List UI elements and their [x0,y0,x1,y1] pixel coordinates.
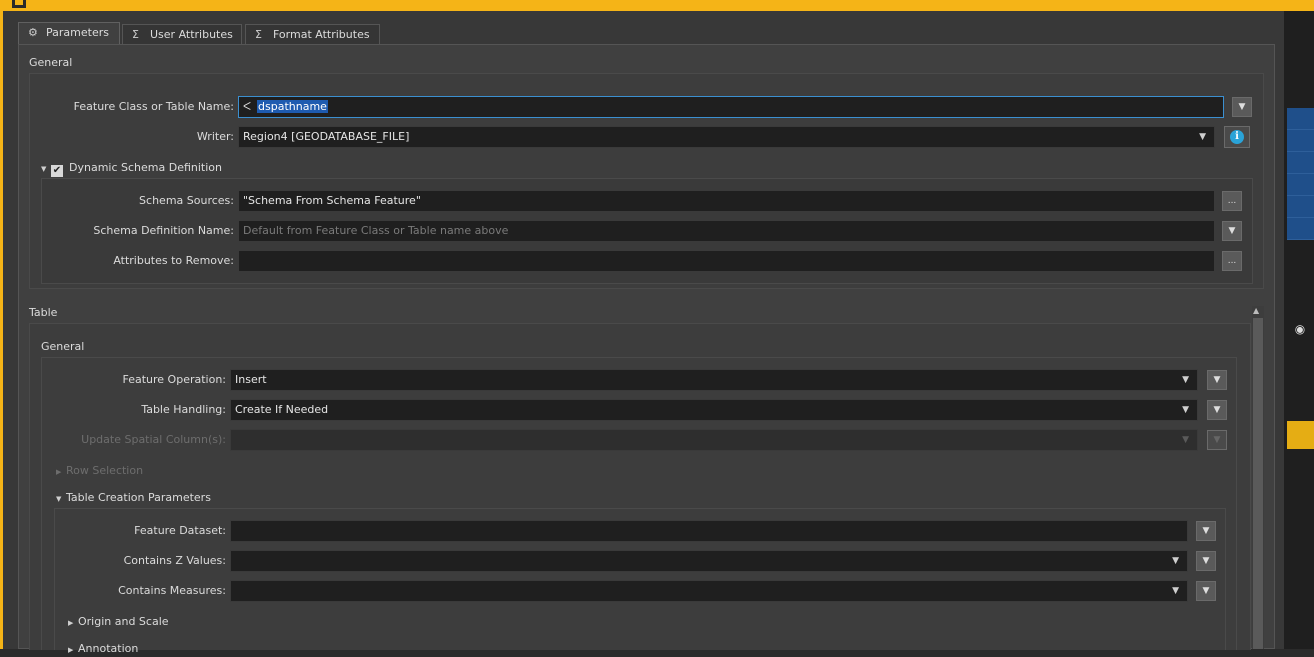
tab-format-attributes[interactable]: Σ Format Attributes [245,24,380,44]
feature-dataset-label: Feature Dataset: [134,524,226,537]
table-section-title: Table [29,306,58,319]
attributes-to-remove-label: Attributes to Remove: [113,254,234,267]
schema-definition-name-input[interactable]: Default from Feature Class or Table name… [238,220,1215,242]
row-selection-label: Row Selection [66,464,144,477]
update-spatial-label: Update Spatial Column(s): [81,433,226,446]
expand-arrow-icon: ▼ [41,165,47,173]
tab-parameters[interactable]: ⚙ Parameters [18,22,120,45]
background-row [1287,108,1314,130]
background-highlight [1287,421,1314,449]
tab-label: Format Attributes [273,28,370,41]
sigma-icon: Σ [132,28,139,41]
update-spatial-menu-button: ▼ [1207,430,1227,450]
chevron-down-icon: ▼ [1199,132,1206,142]
table-handling-label: Table Handling: [141,403,226,416]
contains-measures-label: Contains Measures: [118,584,226,597]
background-row [1287,130,1314,152]
annotation-toggle[interactable]: ▶ Annotation [68,642,138,657]
chevron-down-icon: ▼ [1172,586,1179,596]
schema-sources-label: Schema Sources: [139,194,234,207]
attribute-value-icon: ᐸ [243,100,252,113]
contains-z-dropdown[interactable]: ▼ [230,550,1188,572]
dynamic-schema-label: Dynamic Schema Definition [69,161,222,174]
background-row [1287,196,1314,218]
table-creation-label: Table Creation Parameters [66,491,211,504]
contains-measures-dropdown[interactable]: ▼ [230,580,1188,602]
schema-sources-browse-button[interactable]: ... [1222,191,1242,211]
table-general-title: General [41,340,85,353]
chevron-down-icon: ▼ [1182,375,1189,385]
info-icon: i [1230,130,1244,144]
expand-arrow-icon: ▶ [68,646,74,654]
tab-label: Parameters [46,26,109,39]
schema-definition-menu-button[interactable]: ▼ [1222,221,1242,241]
background-row [1287,152,1314,174]
feature-operation-dropdown[interactable]: Insert ▼ [230,369,1198,391]
parameters-panel: General Feature Class or Table Name: ᐸ ds… [18,44,1275,655]
background-row [1287,174,1314,196]
origin-scale-label: Origin and Scale [78,615,169,628]
schema-sources-value: "Schema From Schema Feature" [243,194,421,207]
feature-class-menu-button[interactable]: ▼ [1232,97,1252,117]
attributes-to-remove-input[interactable] [238,250,1215,272]
dynamic-schema-toggle[interactable]: ▼ ✔ Dynamic Schema Definition [41,161,222,177]
chevron-down-icon: ▼ [1182,405,1189,415]
writer-value: Region4 [GEODATABASE_FILE] [243,130,410,143]
table-handling-menu-button[interactable]: ▼ [1207,400,1227,420]
expand-arrow-icon: ▶ [68,619,74,627]
feature-class-input[interactable]: ᐸ dspathname [238,96,1224,118]
contains-measures-menu-button[interactable]: ▼ [1196,581,1216,601]
table-handling-dropdown[interactable]: Create If Needed ▼ [230,399,1198,421]
window-title-bar [0,0,1314,11]
general-section-title: General [29,56,73,69]
scrollbar-thumb[interactable] [1253,318,1263,649]
table-scrollbar[interactable]: ▲ [1252,306,1264,649]
tab-label: User Attributes [150,28,233,41]
table-handling-value: Create If Needed [235,403,329,416]
app-icon [12,0,26,8]
background-row [1287,218,1314,240]
chevron-down-icon: ▼ [1172,556,1179,566]
writer-info-button[interactable]: i [1224,126,1250,148]
update-spatial-dropdown: ▼ [230,429,1198,451]
writer-parameters-dialog: ⚙ Parameters Σ User Attributes Σ Format Att… [0,11,1284,655]
tab-user-attributes[interactable]: Σ User Attributes [122,24,242,44]
sigma-icon: Σ [255,28,262,41]
origin-scale-toggle[interactable]: ▶ Origin and Scale [68,615,169,630]
feature-dataset-input[interactable] [230,520,1188,542]
gear-icon: ⚙ [28,26,38,39]
feature-class-value: dspathname [257,100,328,113]
attributes-to-remove-browse-button[interactable]: ... [1222,251,1242,271]
dynamic-schema-checkbox[interactable]: ✔ [51,165,63,177]
expand-arrow-icon: ▶ [56,468,62,476]
chevron-down-icon: ▼ [1182,435,1189,445]
feature-operation-menu-button[interactable]: ▼ [1207,370,1227,390]
row-selection-toggle: ▶ Row Selection [56,464,143,479]
feature-dataset-menu-button[interactable]: ▼ [1196,521,1216,541]
eye-icon[interactable]: ◉ [1292,321,1308,337]
feature-class-label: Feature Class or Table Name: [73,100,234,113]
feature-operation-label: Feature Operation: [122,373,226,386]
schema-sources-input[interactable]: "Schema From Schema Feature" [238,190,1215,212]
writer-dropdown[interactable]: Region4 [GEODATABASE_FILE] ▼ [238,126,1215,148]
contains-z-label: Contains Z Values: [123,554,226,567]
schema-definition-name-placeholder: Default from Feature Class or Table name… [243,224,509,237]
contains-z-menu-button[interactable]: ▼ [1196,551,1216,571]
table-creation-toggle[interactable]: ▼ Table Creation Parameters [56,491,211,506]
background-app-panel: ◉ [1284,11,1314,649]
scroll-up-icon[interactable]: ▲ [1253,306,1259,315]
expand-arrow-icon: ▼ [56,495,62,503]
schema-definition-name-label: Schema Definition Name: [93,224,234,237]
writer-label: Writer: [196,130,234,143]
feature-operation-value: Insert [235,373,267,386]
